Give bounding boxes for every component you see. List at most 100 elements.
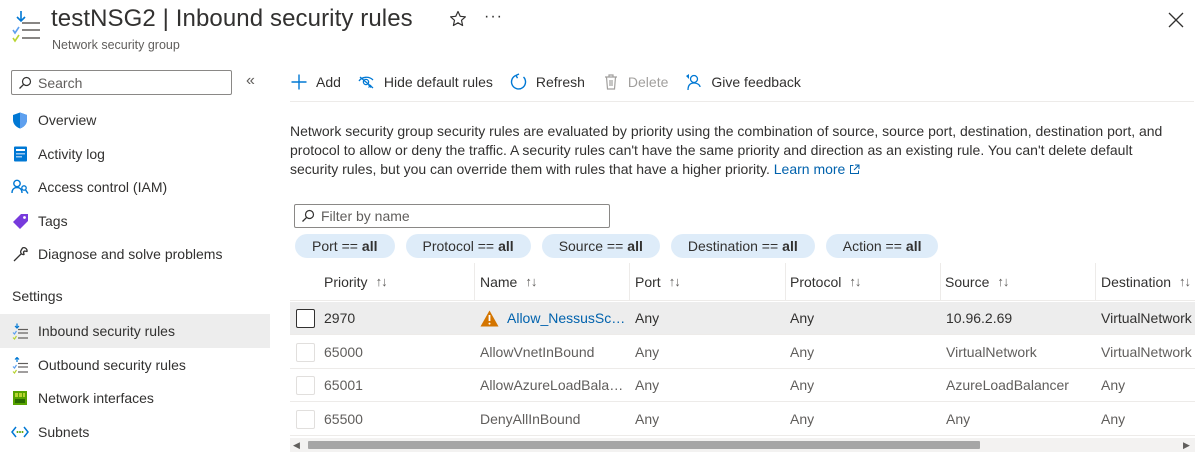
inbound-rules-icon <box>11 322 29 340</box>
filter-pill-source[interactable]: Source == all <box>541 234 660 258</box>
column-header-priority[interactable]: Priority ↑↓ <box>324 263 387 300</box>
sidebar-item-tags[interactable]: Tags <box>0 204 270 238</box>
trash-icon <box>604 74 617 90</box>
sidebar-search-input[interactable] <box>38 74 228 91</box>
row-checkbox[interactable] <box>296 342 315 362</box>
filter-by-name[interactable] <box>294 204 610 228</box>
scrollbar-thumb[interactable] <box>308 441 980 449</box>
pill-value: all <box>627 238 643 254</box>
sidebar-item-outbound-security-rules[interactable]: Outbound security rules <box>0 348 270 382</box>
column-resizer[interactable] <box>940 263 941 301</box>
activity-log-icon <box>11 145 29 163</box>
row-checkbox-cell <box>296 302 315 334</box>
column-header-source[interactable]: Source ↑↓ <box>945 263 1008 300</box>
scroll-left-arrow[interactable]: ◀ <box>293 440 300 451</box>
wrench-icon <box>11 245 29 263</box>
filter-pill-protocol[interactable]: Protocol == all <box>405 234 531 258</box>
sidebar-item-label: Inbound security rules <box>38 323 175 339</box>
table-row[interactable]: 65500 DenyAllInBound Any Any Any Any <box>290 403 1195 436</box>
rule-name: AllowAzureLoadBalan… <box>480 377 628 393</box>
more-options-button[interactable]: ··· <box>484 8 503 26</box>
table-row[interactable]: 65000 AllowVnetInBound Any Any VirtualNe… <box>290 336 1195 369</box>
sidebar-item-label: Activity log <box>38 146 105 162</box>
column-label: Priority <box>324 273 368 290</box>
iam-users-icon <box>11 178 29 196</box>
sidebar-search[interactable] <box>11 70 232 95</box>
shield-icon <box>11 111 29 129</box>
sidebar-item-activity-log[interactable]: Activity log <box>0 137 270 171</box>
cell-source: VirtualNetwork <box>946 344 1037 360</box>
cell-name: Allow_NessusScan… <box>480 302 628 334</box>
external-link-icon <box>850 164 860 174</box>
sidebar-item-label: Subnets <box>38 424 90 440</box>
rule-name-link[interactable]: Allow_NessusScan… <box>507 310 628 326</box>
row-checkbox[interactable] <box>296 308 315 328</box>
tag-icon <box>11 212 29 230</box>
give-feedback-label: Give feedback <box>711 74 801 90</box>
add-button[interactable]: Add <box>290 73 341 91</box>
column-resizer[interactable] <box>629 263 630 301</box>
sidebar-item-subnets[interactable]: Subnets <box>0 415 270 449</box>
learn-more-label: Learn more <box>773 161 846 177</box>
sidebar-item-overview[interactable]: Overview <box>0 103 270 137</box>
sidebar-item-network-interfaces[interactable]: Network interfaces <box>0 381 270 415</box>
column-header-port[interactable]: Port ↑↓ <box>635 263 680 300</box>
sort-icon: ↑↓ <box>849 274 861 289</box>
cell-destination: Any <box>1101 377 1126 393</box>
hide-default-rules-button[interactable]: Hide default rules <box>358 73 493 91</box>
search-icon <box>19 76 32 89</box>
favorite-star-icon[interactable] <box>449 10 467 28</box>
column-label: Name <box>480 273 518 290</box>
inbound-rules-header-icon <box>12 11 40 43</box>
search-icon <box>302 209 315 222</box>
hide-eye-icon <box>358 76 374 89</box>
collapse-sidebar-button[interactable]: « <box>246 72 255 90</box>
refresh-button[interactable]: Refresh <box>510 73 585 91</box>
sidebar-item-access-control[interactable]: Access control (IAM) <box>0 170 270 204</box>
filter-pill-port[interactable]: Port == all <box>295 234 395 258</box>
filter-pill-action[interactable]: Action == all <box>825 234 939 258</box>
cell-name: AllowAzureLoadBalan… <box>480 369 628 401</box>
column-header-destination[interactable]: Destination ↑↓ <box>1101 263 1190 300</box>
horizontal-scrollbar[interactable]: ◀ ▶ <box>290 438 1195 452</box>
delete-button[interactable]: Delete <box>602 73 668 91</box>
pill-label: Destination == <box>687 238 779 254</box>
security-rules-table: Priority ↑↓ Name ↑↓ Port ↑↓ Protocol ↑↓ Sour… <box>290 263 1195 438</box>
column-resizer[interactable] <box>785 263 786 301</box>
subnet-icon <box>11 423 29 441</box>
close-icon[interactable] <box>1167 11 1185 29</box>
row-checkbox[interactable] <box>296 409 315 429</box>
plus-icon <box>291 74 307 90</box>
cell-source: 10.96.2.69 <box>946 310 1013 326</box>
filter-by-name-input[interactable] <box>321 208 601 224</box>
give-feedback-button[interactable]: Give feedback <box>685 73 801 91</box>
scroll-right-arrow[interactable]: ▶ <box>1183 440 1190 451</box>
learn-more-link[interactable]: Learn more <box>774 161 861 177</box>
sidebar-item-diagnose[interactable]: Diagnose and solve problems <box>0 237 270 271</box>
outbound-rules-icon <box>11 356 29 374</box>
row-checkbox[interactable] <box>296 375 315 395</box>
rule-name: DenyAllInBound <box>480 411 581 427</box>
cell-protocol: Any <box>790 377 815 393</box>
column-label: Destination <box>1101 273 1172 290</box>
column-resizer[interactable] <box>474 263 475 301</box>
add-button-label: Add <box>316 74 341 90</box>
refresh-icon <box>510 73 527 90</box>
table-row[interactable]: 2970 Allow_NessusScan… Any Any 10.96.2.6… <box>290 302 1195 335</box>
filter-pill-destination[interactable]: Destination == all <box>670 234 815 258</box>
warning-icon <box>480 310 499 326</box>
row-checkbox-cell <box>296 336 315 368</box>
cell-port: Any <box>635 377 660 393</box>
filter-pills: Port == all Protocol == all Source == all D… <box>295 234 949 258</box>
column-header-name[interactable]: Name ↑↓ <box>480 263 536 300</box>
cell-protocol: Any <box>790 411 815 427</box>
sidebar-item-inbound-security-rules[interactable]: Inbound security rules <box>0 314 270 348</box>
feedback-icon <box>686 74 702 91</box>
cell-protocol: Any <box>790 344 815 360</box>
title-separator: | <box>162 5 169 32</box>
column-resizer[interactable] <box>1095 263 1096 301</box>
page-title: testNSG2 | Inbound security rules <box>51 5 413 33</box>
settings-section-heading: Settings <box>12 288 63 304</box>
table-row[interactable]: 65001 AllowAzureLoadBalan… Any Any Azure… <box>290 369 1195 402</box>
column-header-protocol[interactable]: Protocol ↑↓ <box>790 263 860 300</box>
